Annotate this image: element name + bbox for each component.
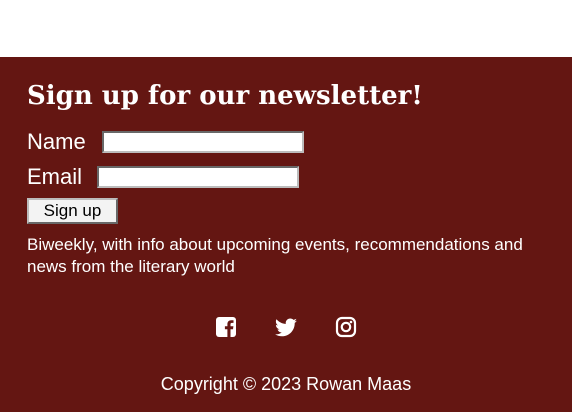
email-input[interactable] [97, 166, 299, 188]
newsletter-title: Sign up for our newsletter! [27, 81, 423, 111]
name-input[interactable] [102, 131, 304, 153]
site-footer: Sign up for our newsletter! Name Email S… [0, 57, 572, 412]
sign-up-button[interactable]: Sign up [27, 198, 118, 224]
page-top-area [0, 0, 572, 58]
twitter-link[interactable] [274, 314, 298, 340]
facebook-icon [216, 317, 236, 337]
newsletter-description: Biweekly, with info about upcoming event… [27, 235, 523, 276]
email-label: Email [27, 164, 83, 189]
instagram-icon [335, 316, 357, 338]
social-links [0, 314, 572, 340]
name-label: Name [27, 129, 86, 154]
copyright-text: Copyright © 2023 Rowan Maas [160, 374, 412, 394]
facebook-link[interactable] [214, 314, 238, 340]
instagram-link[interactable] [334, 314, 358, 340]
twitter-icon [275, 318, 297, 337]
